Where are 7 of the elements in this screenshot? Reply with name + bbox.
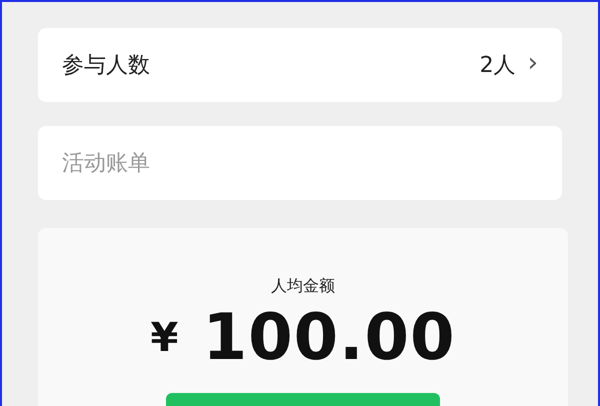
per-person-label: 人均金额 <box>271 276 335 297</box>
per-person-amount: $^{¥}$ 100.00 <box>150 303 456 374</box>
participants-count: 2人 <box>480 52 516 80</box>
bill-input-field[interactable]: 活动账单 <box>38 126 562 200</box>
participants-label: 参与人数 <box>62 52 150 80</box>
participants-row[interactable]: 参与人数 2人 › <box>38 28 562 102</box>
chevron-icon: › <box>528 50 538 76</box>
